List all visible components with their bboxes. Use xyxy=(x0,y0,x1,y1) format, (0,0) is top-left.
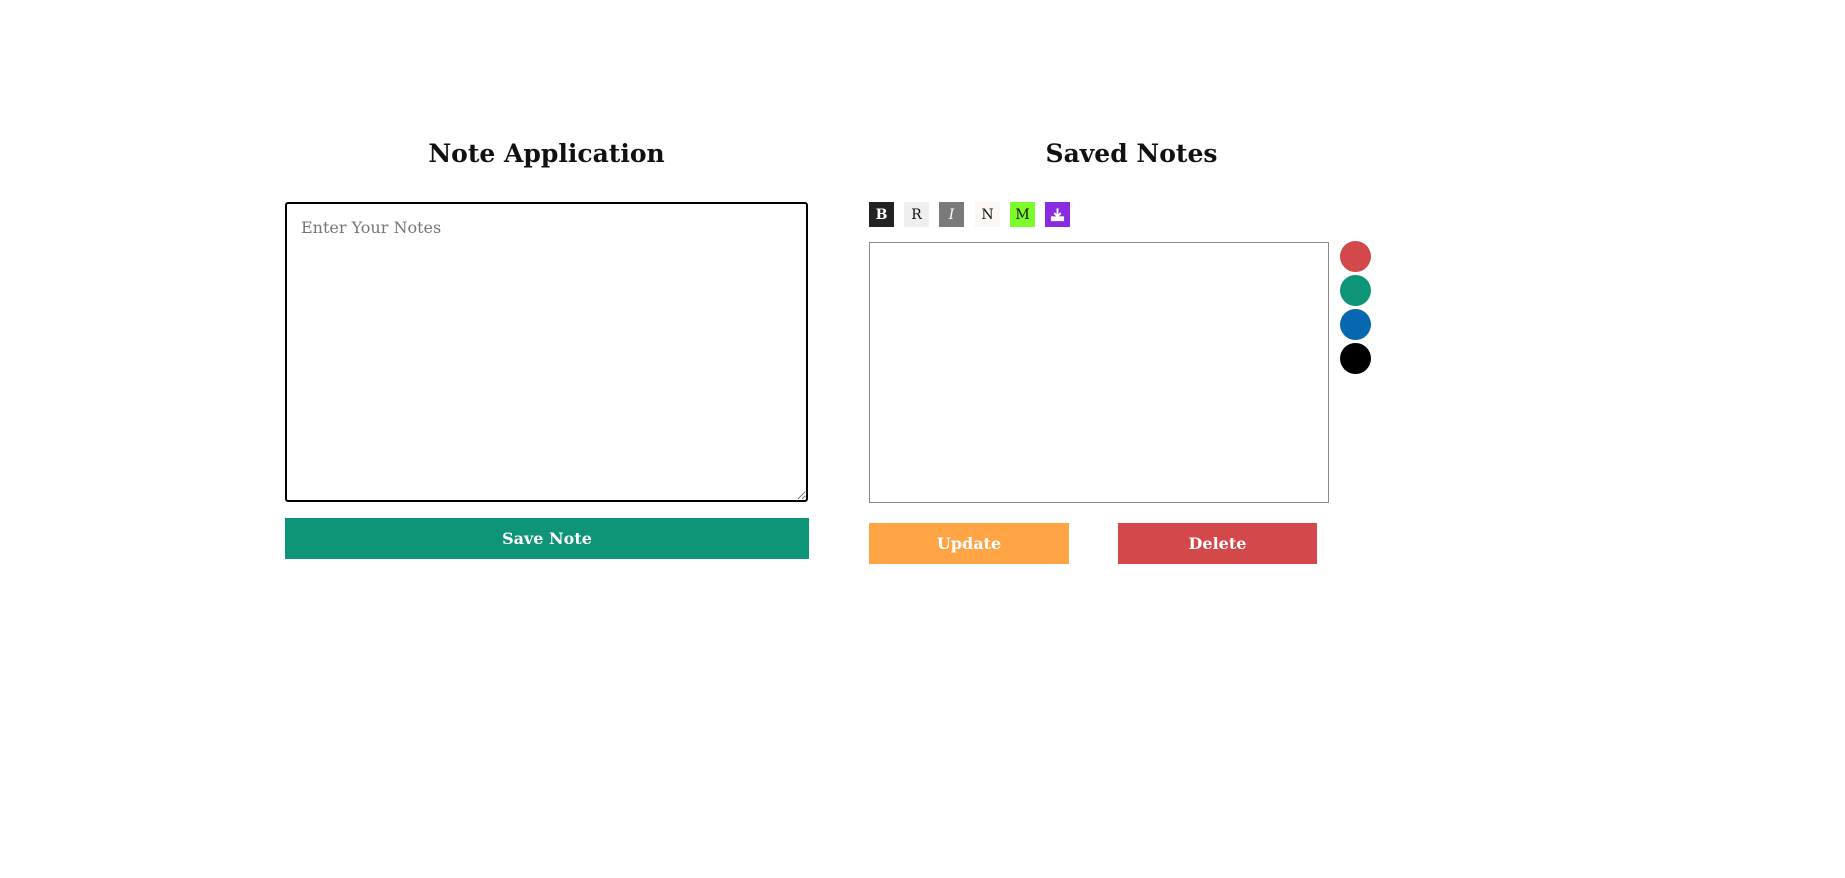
note-application-title: Note Application xyxy=(428,139,665,168)
red-color-swatch[interactable] xyxy=(1340,241,1371,272)
regular-button[interactable]: R xyxy=(904,202,929,227)
black-color-swatch[interactable] xyxy=(1340,343,1371,374)
update-button[interactable]: Update xyxy=(869,523,1069,564)
normal-button[interactable]: N xyxy=(975,202,1000,227)
save-note-button[interactable]: Save Note xyxy=(285,518,809,559)
blue-color-swatch[interactable] xyxy=(1340,309,1371,340)
delete-button[interactable]: Delete xyxy=(1118,523,1317,564)
italic-button[interactable]: I xyxy=(939,202,964,227)
note-input[interactable] xyxy=(285,202,808,502)
green-color-swatch[interactable] xyxy=(1340,275,1371,306)
note-app-page: Note Application Save Note Saved Notes B… xyxy=(0,0,1845,878)
download-button[interactable] xyxy=(1045,202,1070,227)
download-icon xyxy=(1050,208,1065,222)
bold-button[interactable]: B xyxy=(869,202,894,227)
saved-notes-area[interactable] xyxy=(869,242,1329,503)
mark-button[interactable]: M xyxy=(1010,202,1035,227)
saved-notes-title: Saved Notes xyxy=(1045,139,1218,168)
